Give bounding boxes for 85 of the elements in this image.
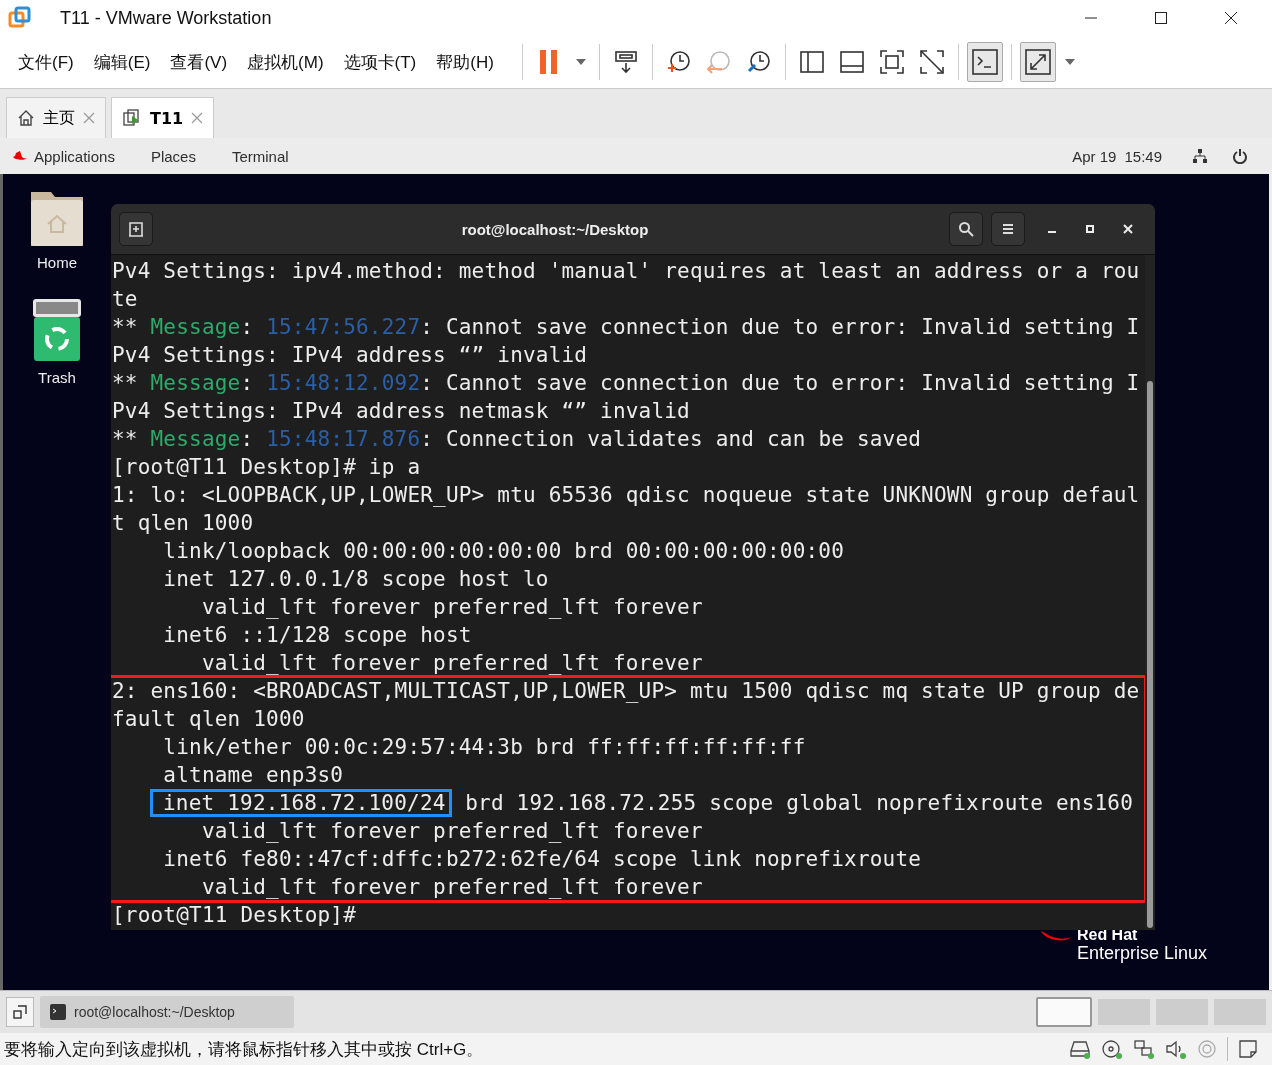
network-icon[interactable] bbox=[1192, 148, 1208, 164]
new-tab-button[interactable] bbox=[119, 212, 153, 246]
virtual-machine-icon bbox=[122, 108, 142, 128]
hat-icon bbox=[12, 150, 28, 162]
clock-time[interactable]: 15:49 bbox=[1124, 147, 1162, 165]
menu-item[interactable]: 编辑(E) bbox=[93, 50, 151, 74]
keyboard-arrow-icon bbox=[612, 49, 639, 75]
terminal-line: te bbox=[111, 286, 139, 313]
terminal-line: [root@T11 Desktop]# ip a bbox=[111, 454, 422, 481]
desktop-icon-label[interactable]: Home bbox=[37, 254, 77, 271]
caret-icon bbox=[574, 58, 587, 66]
terminal-line: fault qlen 1000 bbox=[111, 706, 306, 733]
tab[interactable]: T11 bbox=[111, 97, 215, 138]
terminal-title: root@localhost:~/Desktop bbox=[460, 220, 650, 238]
terminal-line: link/loopback 00:00:00:00:00:00 brd 00:00:00:00:00:00 bbox=[162, 538, 846, 565]
menu-icon bbox=[1001, 222, 1015, 236]
terminal-line: valid_lft forever preferred_lft forever bbox=[200, 594, 704, 621]
terminal-line: valid_lft forever preferred_lft forever bbox=[200, 874, 704, 901]
clock-arrow-icon bbox=[705, 49, 732, 75]
menu-button[interactable] bbox=[991, 212, 1025, 246]
home-icon bbox=[17, 109, 35, 127]
fit-screen-icon bbox=[878, 49, 905, 75]
new-tab-icon bbox=[128, 221, 144, 237]
status-message: 要将输入定向到该虚拟机，请将鼠标指针移入其中或按 Ctrl+G。 bbox=[4, 1038, 484, 1061]
clock-wrench-icon bbox=[745, 49, 772, 75]
workspace-button[interactable] bbox=[1036, 997, 1092, 1027]
sidebar-layout-icon bbox=[798, 49, 825, 75]
search-icon bbox=[958, 221, 974, 237]
app-logo-icon bbox=[8, 6, 32, 30]
terminal-line: link/ether 00:0c:29:57:44:3b brd ff:ff:ff:ff:ff:ff bbox=[162, 734, 807, 761]
menu-item[interactable]: 帮助(H) bbox=[436, 50, 494, 74]
terminal-line: Pv4 Settings: IPv4 address netmask “” invalid bbox=[111, 398, 691, 425]
tab[interactable]: 主页 bbox=[6, 97, 106, 138]
menu-item[interactable]: 查看(V) bbox=[170, 50, 228, 74]
show-desktop-button[interactable] bbox=[6, 997, 34, 1027]
terminal-line: Pv4 Settings: ipv4.method: method 'manual' requires at least an address or a rou bbox=[111, 258, 1141, 285]
bottom-bar-layout-icon bbox=[838, 49, 865, 75]
top-bar-menu[interactable]: Places bbox=[150, 147, 196, 165]
terminal-line: altname enp3s0 bbox=[162, 762, 345, 789]
terminal-line: valid_lft forever preferred_lft forever bbox=[200, 650, 704, 677]
terminal-line: inet6 fe80::47cf:dffc:b272:62fe/64 scope link noprefixroute bbox=[162, 846, 923, 873]
cd-drive-icon[interactable] bbox=[1101, 1039, 1123, 1059]
taskbar-window-button[interactable]: root@localhost:~/Desktop bbox=[40, 996, 294, 1028]
terminal-line: 2: ens160: <BROADCAST,MULTICAST,UP,LOWER_UP> mtu 1500 qdisc mq state UP group de bbox=[111, 678, 1141, 705]
clock-plus-icon bbox=[665, 49, 692, 75]
scrollbar[interactable] bbox=[1145, 255, 1155, 930]
caret-icon bbox=[1063, 58, 1076, 66]
terminal-line: inet 127.0.0.1/8 scope host lo bbox=[162, 566, 550, 593]
toolbar-button[interactable] bbox=[1019, 42, 1056, 82]
terminal-line: Pv4 Settings: IPv4 address “” invalid bbox=[111, 342, 589, 369]
highlighted-text: inet 192.168.72.100/24 bbox=[149, 789, 453, 817]
hard-disk-icon[interactable] bbox=[1069, 1039, 1091, 1059]
maximize-icon[interactable] bbox=[1154, 11, 1168, 25]
windows-icon bbox=[13, 1005, 27, 1019]
note-icon[interactable] bbox=[1238, 1039, 1258, 1059]
crossed-frame-icon bbox=[918, 49, 945, 75]
menu-item[interactable]: 文件(F) bbox=[18, 50, 74, 74]
pause-icon bbox=[537, 49, 560, 75]
clock-date[interactable]: Apr 19 bbox=[1072, 147, 1117, 165]
terminal-icon bbox=[970, 48, 999, 76]
search-button[interactable] bbox=[949, 212, 983, 246]
stretch-icon bbox=[1023, 48, 1052, 76]
recycle-bin-icon[interactable] bbox=[33, 299, 81, 361]
power-icon[interactable] bbox=[1232, 148, 1248, 164]
terminal-line: valid_lft forever preferred_lft forever bbox=[200, 818, 704, 845]
close-icon[interactable] bbox=[1224, 11, 1238, 25]
terminal-line: inet6 ::1/128 scope host bbox=[162, 622, 473, 649]
applications-menu[interactable]: Applications bbox=[34, 147, 115, 165]
toolbar-button[interactable] bbox=[966, 42, 1003, 82]
terminal-text: brd 192.168.72.255 scope global noprefixroute ens160 bbox=[464, 791, 1134, 815]
menu-item[interactable]: 选项卡(T) bbox=[343, 50, 417, 74]
terminal-line: t qlen 1000 bbox=[111, 510, 255, 537]
top-bar-menu[interactable]: Terminal bbox=[231, 147, 289, 165]
terminal-line: 1: lo: <LOOPBACK,UP,LOWER_UP> mtu 65536 qdisc noqueue state UNKNOWN group defaul bbox=[111, 482, 1141, 509]
desktop-icon-label[interactable]: Trash bbox=[38, 369, 76, 386]
terminal-line: ** Message: 15:48:12.092: Cannot save connection due to error: Invalid setting I bbox=[111, 370, 1141, 397]
terminal-line: ** Message: 15:48:17.876: Connection validates and can be saved bbox=[111, 426, 923, 453]
brand-product: Enterprise Linux bbox=[1076, 943, 1207, 964]
menu-item[interactable]: 虚拟机(M) bbox=[247, 50, 324, 74]
terminal-icon bbox=[50, 1004, 66, 1020]
terminal-line: [root@T11 Desktop]# bbox=[111, 902, 358, 929]
network-adapter-icon[interactable] bbox=[1133, 1039, 1155, 1059]
speaker-icon[interactable] bbox=[1165, 1039, 1187, 1059]
window-title: T11 - VMware Workstation bbox=[60, 7, 272, 29]
terminal-line: ** Message: 15:47:56.227: Cannot save connection due to error: Invalid setting I bbox=[111, 314, 1141, 341]
